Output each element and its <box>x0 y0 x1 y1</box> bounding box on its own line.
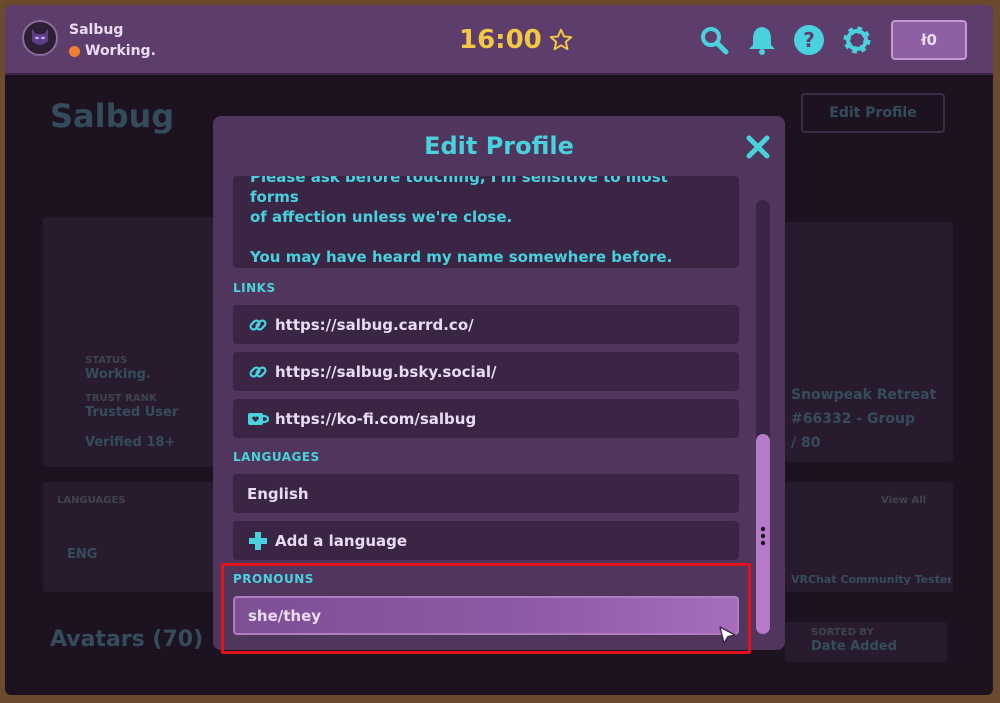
gear-icon[interactable] <box>840 23 874 57</box>
top-bar: Salbug Working. 16:00 ? ł0 <box>5 5 993 75</box>
scroll-grip-icon <box>760 526 766 550</box>
trust-label: TRUST RANK <box>85 393 157 404</box>
bell-icon[interactable] <box>745 23 779 57</box>
currency-button[interactable]: ł0 <box>891 20 967 60</box>
search-icon[interactable] <box>697 23 731 57</box>
user-name: Salbug <box>69 22 124 38</box>
sort-value: Date Added <box>811 639 897 654</box>
link-row[interactable]: https://salbug.carrd.co/ <box>233 305 739 344</box>
add-language-button[interactable]: Add a language <box>233 521 739 560</box>
links-label: LINKS <box>233 281 276 295</box>
sort-label: SORTED BY <box>811 627 874 638</box>
modal-title: Edit Profile <box>424 132 574 160</box>
verified-badge: Verified 18+ <box>85 435 176 450</box>
link-icon <box>247 314 269 336</box>
link-row[interactable]: https://ko-fi.com/salbug <box>233 399 739 438</box>
profile-card <box>43 217 215 467</box>
bio-textarea[interactable]: Please ask before touching, I'm sensitiv… <box>233 176 739 268</box>
modal-body: Please ask before touching, I'm sensitiv… <box>213 176 785 650</box>
mouse-cursor-icon <box>719 626 737 650</box>
world-instance: #66332 - Group <box>791 411 915 427</box>
profile-title: Salbug <box>50 97 175 135</box>
language-name: English <box>247 484 309 503</box>
view-all-link[interactable]: View All <box>881 495 926 506</box>
clock-time: 16:00 <box>459 25 542 55</box>
language-row[interactable]: English <box>233 474 739 513</box>
status-text: Working. <box>85 43 156 59</box>
bio-text: Please ask before touching, I'm sensitiv… <box>250 176 673 266</box>
avatars-title: Avatars (70) <box>50 627 204 652</box>
ko-fi-cup-icon <box>247 408 269 430</box>
favorite-star-icon[interactable] <box>548 27 574 57</box>
plus-icon <box>247 530 269 552</box>
link-icon <box>247 361 269 383</box>
status-value: Working. <box>85 367 151 382</box>
languages-label: LANGUAGES <box>233 450 320 464</box>
link-url: https://ko-fi.com/salbug <box>275 409 477 428</box>
help-icon[interactable]: ? <box>792 23 826 57</box>
trust-value: Trusted User <box>85 405 179 420</box>
user-status[interactable]: Working. <box>69 43 156 59</box>
world-name: Snowpeak Retreat <box>791 387 937 403</box>
link-row[interactable]: https://salbug.bsky.social/ <box>233 352 739 391</box>
link-url: https://salbug.bsky.social/ <box>275 362 497 381</box>
languages-label: LANGUAGES <box>57 495 126 506</box>
user-avatar[interactable] <box>22 20 58 56</box>
edit-profile-button[interactable]: Edit Profile <box>801 93 945 133</box>
edit-profile-modal: Edit Profile Please ask before touching,… <box>213 116 785 650</box>
app-window: Salbug Working. 16:00 ? ł0 Salbug Edit P… <box>5 5 993 695</box>
close-icon[interactable] <box>743 132 773 162</box>
svg-text:?: ? <box>803 28 815 52</box>
pronouns-label: PRONOUNS <box>233 572 314 586</box>
group-name: VRChat Community Testers <box>791 573 951 586</box>
status-label: STATUS <box>85 355 128 366</box>
avatar-robot-icon <box>32 29 48 45</box>
pronouns-input[interactable]: she/they <box>233 596 739 635</box>
status-dot-icon <box>69 45 80 57</box>
language-code: ENG <box>67 547 98 562</box>
add-language-label: Add a language <box>275 531 408 550</box>
world-count: / 80 <box>791 435 821 451</box>
link-url: https://salbug.carrd.co/ <box>275 315 474 334</box>
